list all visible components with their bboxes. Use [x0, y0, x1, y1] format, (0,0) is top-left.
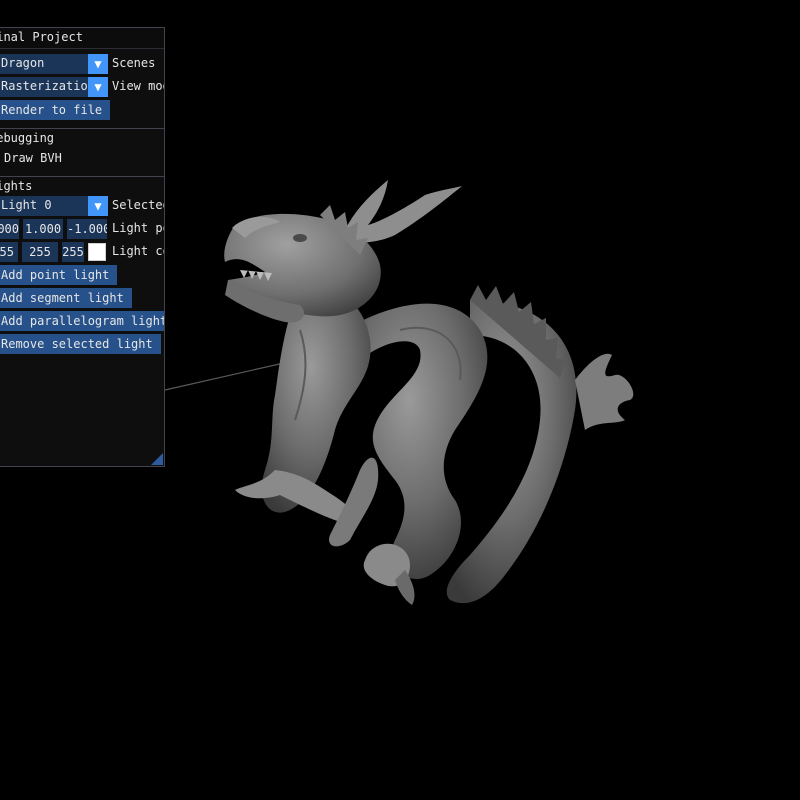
selected-light-combo[interactable]: Light 0 ▼ — [0, 196, 108, 216]
light-color-g-field[interactable]: 255 — [22, 242, 58, 262]
scene-row: Dragon ▼ Scenes — [0, 54, 164, 74]
resize-grip-icon[interactable] — [151, 453, 163, 465]
view-mode-row: Rasterization ▼ View mode — [0, 77, 164, 97]
light-color-swatch[interactable] — [88, 243, 106, 261]
controls-panel: Final Project Dragon ▼ Scenes Rasterizat… — [0, 27, 165, 467]
selected-light-row: Light 0 ▼ Selected — [0, 196, 164, 216]
scene-combo-value: Dragon — [1, 56, 45, 70]
dragon-model — [224, 180, 634, 605]
panel-title-bar[interactable]: Final Project — [0, 28, 164, 49]
dropdown-arrow-icon[interactable]: ▼ — [88, 196, 108, 216]
light-color-r-field[interactable]: 255 — [0, 242, 18, 262]
scene-label: Scenes — [112, 56, 156, 70]
selected-light-value: Light 0 — [1, 198, 52, 212]
separator — [0, 176, 164, 177]
light-position-z-field[interactable]: -1.000 — [67, 219, 107, 239]
light-color-row: 255 255 255 Light color — [0, 242, 164, 262]
view-mode-label: View mode — [112, 79, 164, 93]
add-point-light-button[interactable]: Add point light — [0, 265, 118, 285]
light-position-x-field[interactable]: 1.000 — [0, 219, 19, 239]
debugging-header: Debugging — [0, 131, 55, 145]
render-to-file-button[interactable]: Render to file — [0, 100, 111, 120]
scene-combo[interactable]: Dragon ▼ — [0, 54, 108, 74]
selected-light-label: Selected — [112, 198, 165, 212]
dropdown-arrow-icon[interactable]: ▼ — [88, 77, 108, 97]
add-segment-light-button[interactable]: Add segment light — [0, 288, 132, 308]
panel-title: Final Project — [0, 30, 83, 44]
separator — [0, 128, 164, 129]
light-color-label: Light color — [112, 244, 164, 258]
light-position-label: Light position — [112, 221, 164, 235]
remove-selected-light-button[interactable]: Remove selected light — [0, 334, 161, 354]
dropdown-arrow-icon[interactable]: ▼ — [88, 54, 108, 74]
draw-bvh-checkbox-label[interactable]: Draw BVH — [4, 151, 62, 165]
light-position-y-field[interactable]: 1.000 — [23, 219, 63, 239]
view-mode-combo[interactable]: Rasterization ▼ — [0, 77, 108, 97]
view-mode-combo-value: Rasterization — [1, 79, 95, 93]
light-color-b-field[interactable]: 255 — [62, 242, 84, 262]
lights-header: Lights — [0, 179, 33, 193]
add-parallelogram-light-button[interactable]: Add parallelogram light — [0, 311, 164, 331]
light-position-row: 1.000 1.000 -1.000 Light position — [0, 219, 164, 239]
